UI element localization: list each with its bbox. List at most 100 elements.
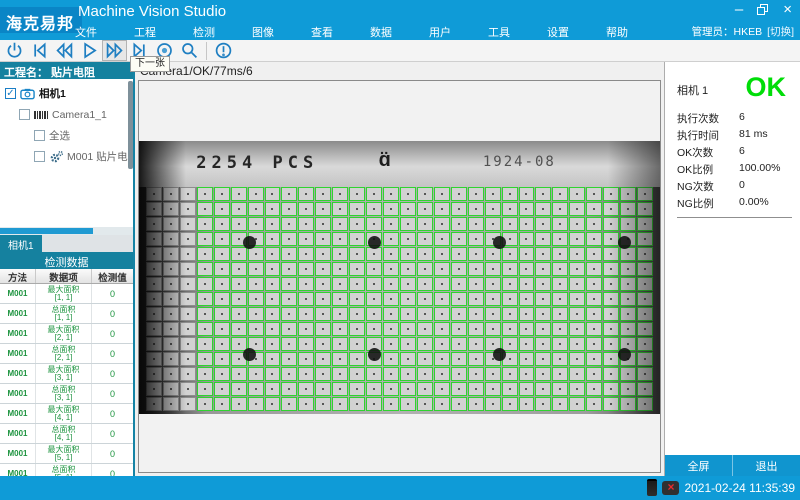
resistor-cell bbox=[468, 277, 484, 291]
resistor-cell bbox=[569, 232, 585, 246]
resistor-cell bbox=[265, 232, 281, 246]
menu-item-9[interactable]: 设置 bbox=[547, 24, 569, 40]
resistor-cell bbox=[569, 187, 585, 201]
resistor-cell bbox=[214, 247, 230, 261]
cell-data-item: 总面积[3, 1] bbox=[36, 384, 92, 403]
resistor-cell bbox=[231, 292, 247, 306]
menu-item-6[interactable]: 数据 bbox=[370, 24, 392, 40]
resistor-cell bbox=[451, 292, 467, 306]
tree-item-camera1[interactable]: ✓相机1 bbox=[0, 83, 133, 104]
fast-rewind-icon[interactable] bbox=[52, 40, 77, 61]
resistor-cell bbox=[451, 232, 467, 246]
resistor-cell bbox=[552, 337, 568, 351]
tree-item-m001[interactable]: M001 贴片电阻检测 bbox=[0, 146, 133, 167]
table-row[interactable]: M001总面积[1, 1]0 bbox=[0, 304, 133, 324]
resistor-cell bbox=[298, 202, 314, 216]
table-row[interactable]: M001最大面积[1, 1]0 bbox=[0, 284, 133, 304]
tree-vertical-scrollbar[interactable] bbox=[128, 81, 133, 169]
resistor-cell bbox=[332, 202, 348, 216]
resistor-cell bbox=[620, 292, 636, 306]
skip-first-icon[interactable] bbox=[27, 40, 52, 61]
resistor-cell bbox=[535, 352, 551, 366]
resistor-cell bbox=[519, 367, 535, 381]
resistor-cell bbox=[451, 367, 467, 381]
resistor-cell bbox=[535, 367, 551, 381]
next-image-icon[interactable] bbox=[102, 40, 127, 61]
resistor-cell bbox=[265, 352, 281, 366]
menu-item-1[interactable]: 文件 bbox=[75, 24, 97, 40]
resistor-cell bbox=[502, 202, 518, 216]
right-panel: 相机 1 OK 执行次数6执行时间81 msOK次数6OK比例100.00%NG… bbox=[664, 62, 800, 476]
checkbox-select-all[interactable] bbox=[34, 130, 45, 141]
resistor-cell bbox=[552, 352, 568, 366]
resistor-cell bbox=[586, 247, 602, 261]
resistor-cell bbox=[569, 247, 585, 261]
table-row[interactable]: M001最大面积[3, 1]0 bbox=[0, 364, 133, 384]
table-row[interactable]: M001总面积[2, 1]0 bbox=[0, 344, 133, 364]
table-row[interactable]: M001总面积[4, 1]0 bbox=[0, 424, 133, 444]
resistor-cell bbox=[248, 292, 264, 306]
stat-value: 81 ms bbox=[739, 128, 792, 145]
table-row[interactable]: M001最大面积[2, 1]0 bbox=[0, 324, 133, 344]
resistor-cell bbox=[502, 277, 518, 291]
menu-item-8[interactable]: 工具 bbox=[488, 24, 510, 40]
minimize-icon[interactable]: – bbox=[735, 2, 743, 18]
resistor-cell bbox=[231, 382, 247, 396]
table-row[interactable]: M001总面积[3, 1]0 bbox=[0, 384, 133, 404]
menu-item-5[interactable]: 查看 bbox=[311, 24, 333, 40]
tree-item-label: M001 贴片电阻检测 bbox=[67, 149, 133, 164]
checkbox-camera1-1[interactable] bbox=[19, 109, 30, 120]
info-icon[interactable] bbox=[211, 40, 236, 61]
resistor-cell bbox=[315, 352, 331, 366]
tree-horizontal-scrollbar[interactable] bbox=[0, 227, 133, 235]
table-row[interactable]: M001总面积[5, 1]0 bbox=[0, 464, 133, 476]
resistor-cell bbox=[383, 382, 399, 396]
resistor-cell bbox=[603, 187, 619, 201]
timestamp: 2021-02-24 11:35:39 bbox=[684, 481, 795, 495]
tree-item-select-all[interactable]: 全选 bbox=[0, 125, 133, 146]
resistor-cell bbox=[349, 382, 365, 396]
play-icon[interactable] bbox=[77, 40, 102, 61]
resistor-cell bbox=[332, 277, 348, 291]
resistor-cell bbox=[214, 292, 230, 306]
checkbox-m001[interactable] bbox=[34, 151, 45, 162]
resistor-cell bbox=[637, 292, 653, 306]
restore-icon[interactable] bbox=[757, 4, 769, 16]
resistor-cell bbox=[349, 202, 365, 216]
resistor-cell bbox=[298, 322, 314, 336]
cell-method: M001 bbox=[0, 464, 36, 476]
close-icon[interactable]: × bbox=[783, 2, 792, 18]
cell-data-item: 最大面积[3, 1] bbox=[36, 364, 92, 383]
resistor-cell bbox=[349, 292, 365, 306]
resistor-cell bbox=[349, 322, 365, 336]
fullscreen-button[interactable]: 全屏 bbox=[665, 455, 732, 476]
resistor-cell bbox=[298, 337, 314, 351]
resistor-cell bbox=[519, 397, 535, 411]
table-row[interactable]: M001最大面积[4, 1]0 bbox=[0, 404, 133, 424]
resistor-cell bbox=[265, 367, 281, 381]
checkbox-camera1[interactable]: ✓ bbox=[5, 88, 16, 99]
tree-item-camera1-1[interactable]: Camera1_1 bbox=[0, 104, 133, 125]
exit-button[interactable]: 退出 bbox=[732, 455, 800, 476]
menu-item-7[interactable]: 用户 bbox=[429, 24, 451, 40]
zoom-search-icon[interactable] bbox=[177, 40, 202, 61]
resistor-cell bbox=[637, 217, 653, 231]
cell-data-item: 总面积[2, 1] bbox=[36, 344, 92, 363]
power-icon[interactable] bbox=[2, 40, 27, 61]
resistor-cell bbox=[281, 352, 297, 366]
resistor-cell bbox=[349, 232, 365, 246]
resistor-cell bbox=[315, 232, 331, 246]
resistor-cell bbox=[146, 322, 162, 336]
menu-item-10[interactable]: 帮助 bbox=[606, 24, 628, 40]
image-viewport[interactable]: 2254 PCS ɑ̈ 1924-08 bbox=[138, 80, 661, 473]
table-row[interactable]: M001最大面积[5, 1]0 bbox=[0, 444, 133, 464]
switch-user-link[interactable]: [切换] bbox=[767, 24, 794, 39]
resistor-cell bbox=[552, 187, 568, 201]
resistor-cell bbox=[603, 232, 619, 246]
resistor-cell bbox=[180, 382, 196, 396]
menu-item-3[interactable]: 检测 bbox=[193, 24, 215, 40]
resistor-cell bbox=[315, 277, 331, 291]
menu-item-2[interactable]: 工程 bbox=[134, 24, 156, 40]
menu-item-4[interactable]: 图像 bbox=[252, 24, 274, 40]
tab-camera1[interactable]: 相机1 bbox=[0, 235, 42, 252]
